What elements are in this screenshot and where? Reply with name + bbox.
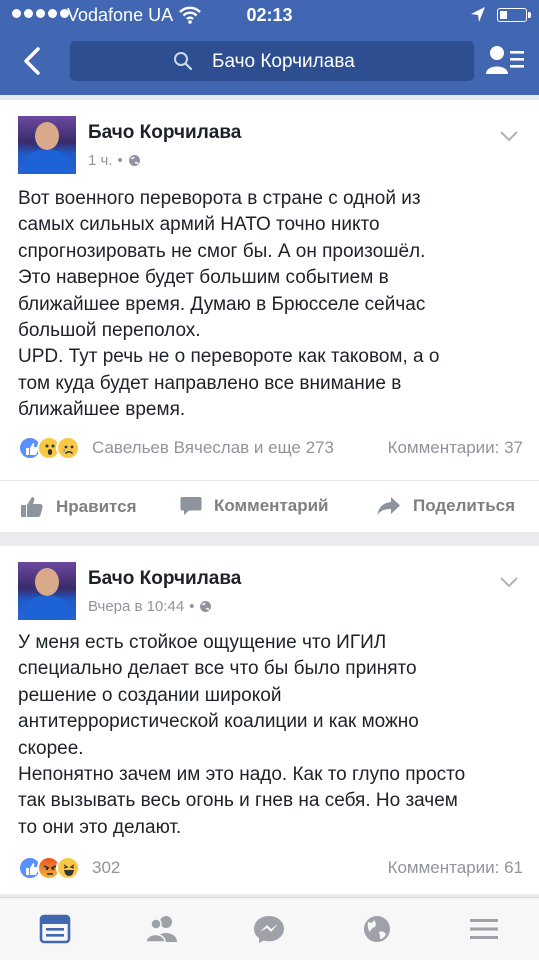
comment-button[interactable]: Комментарий: [180, 496, 328, 516]
reaction-summary[interactable]: Савельев Вячеслав и еще 273: [92, 438, 334, 458]
messenger-icon[interactable]: [252, 914, 286, 944]
author-avatar[interactable]: [18, 562, 76, 620]
reaction-icons[interactable]: [18, 436, 80, 460]
haha-reaction-icon: [56, 856, 80, 880]
like-label: Нравится: [56, 497, 137, 516]
reaction-bar: Савельев Вячеслав и еще 273 Комментарии:…: [18, 436, 523, 462]
location-arrow-icon: [471, 7, 485, 22]
globe-icon: [200, 601, 212, 612]
share-label: Поделиться: [413, 496, 516, 515]
post-text: Вот военного переворота в стране с одной…: [18, 188, 440, 421]
news-feed-icon[interactable]: [38, 914, 72, 944]
chevron-down-icon[interactable]: [498, 128, 520, 144]
post-time[interactable]: Вчера в 10:44: [88, 598, 184, 615]
meta-separator: •: [117, 152, 123, 169]
post-text: У меня есть стойкое ощущение что ИГИЛ сп…: [18, 632, 466, 838]
friend-requests-icon[interactable]: [486, 44, 526, 78]
search-icon: [174, 52, 193, 71]
like-button[interactable]: Нравится: [20, 496, 137, 518]
reaction-icons[interactable]: [18, 856, 80, 880]
sad-reaction-icon: [56, 436, 80, 460]
post-card: Бачо Корчилава Вчера в 10:44 • У меня ес…: [0, 546, 539, 894]
comment-count[interactable]: Комментарии: 37: [388, 438, 523, 458]
notifications-globe-icon[interactable]: [360, 914, 394, 944]
author-avatar[interactable]: [18, 116, 76, 174]
top-bar: Vodafone UA 02:13 Бачо Корчилава: [0, 0, 539, 95]
reaction-count[interactable]: 302: [92, 858, 120, 878]
clock: 02:13: [246, 5, 293, 25]
search-query: Бачо Корчилава: [212, 51, 355, 72]
menu-icon[interactable]: [467, 914, 501, 944]
reaction-bar: 302 Комментарии: 61: [18, 856, 523, 882]
author-name[interactable]: Бачо Корчилава: [88, 568, 241, 590]
meta-separator: •: [189, 598, 195, 615]
post-meta: 1 ч. •: [88, 152, 141, 169]
thumbs-up-icon: [21, 497, 43, 517]
post-meta: Вчера в 10:44 •: [88, 598, 212, 615]
post-card: Бачо Корчилава 1 ч. • Вот военного перев…: [0, 100, 539, 532]
friends-icon[interactable]: [145, 914, 179, 944]
share-button[interactable]: Поделиться: [377, 496, 515, 516]
globe-icon: [128, 155, 140, 166]
back-button[interactable]: [18, 46, 48, 76]
post-actions: Нравится Комментарий Поделиться: [0, 480, 539, 532]
search-field[interactable]: Бачо Корчилава: [70, 41, 474, 81]
comment-count[interactable]: Комментарии: 61: [388, 858, 523, 878]
bottom-tab-bar: [0, 897, 539, 960]
chevron-down-icon[interactable]: [498, 574, 520, 590]
status-bar: Vodafone UA 02:13: [0, 0, 539, 32]
comment-label: Комментарий: [214, 496, 329, 515]
post-time[interactable]: 1 ч.: [88, 152, 113, 169]
share-arrow-icon: [377, 497, 400, 515]
author-name[interactable]: Бачо Корчилава: [88, 122, 241, 144]
battery-icon: [497, 8, 531, 22]
comment-bubble-icon: [180, 497, 202, 515]
